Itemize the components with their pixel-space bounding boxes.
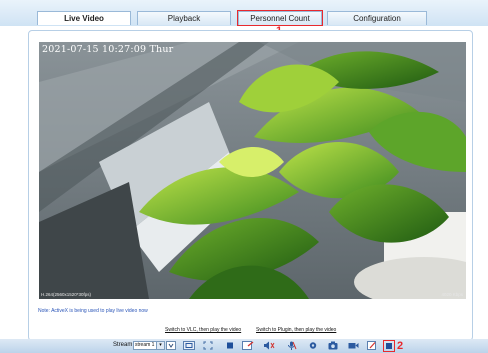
video-codec-info: H.264(2560x1520*30fps) <box>41 292 92 297</box>
live-video-view[interactable]: 2021-07-15 10:27:09 Thur H.264(2560x1520… <box>39 42 466 299</box>
tab-live-video[interactable]: Live Video <box>37 11 131 25</box>
switch-to-vlc-link[interactable]: Switch to VLC, then play the video <box>165 327 241 333</box>
stream-select-value: stream 1 <box>135 342 155 348</box>
audio-icon[interactable] <box>263 341 275 350</box>
personnel-count-highlight-box <box>237 10 323 26</box>
full-screen-icon[interactable] <box>203 341 213 350</box>
window-stop-icon[interactable] <box>385 342 393 350</box>
tab-configuration[interactable]: Configuration <box>327 11 427 25</box>
microphone-icon[interactable] <box>287 341 297 350</box>
stream-label: Stream <box>113 342 133 348</box>
stream-dropdown-icon[interactable] <box>166 341 176 350</box>
video-timestamp: 2021-07-15 10:27:09 Thur <box>42 44 174 55</box>
fit-window-icon[interactable] <box>183 341 195 350</box>
stream-select[interactable]: stream 1 ▾ <box>133 341 165 350</box>
video-frame-image <box>39 42 466 299</box>
camera-icon[interactable] <box>328 341 338 350</box>
video-bitrate-info: 4020 Kbps <box>441 292 463 297</box>
settings-icon[interactable] <box>308 341 318 350</box>
snapshot-icon[interactable] <box>242 341 254 350</box>
record-icon[interactable] <box>348 341 359 350</box>
edit-icon[interactable] <box>367 341 377 350</box>
callout-marker-2: 2 <box>397 340 404 352</box>
tab-playback[interactable]: Playback <box>137 11 231 25</box>
activex-note: Note: ActiveX is being used to play live… <box>38 308 148 314</box>
chevron-down-icon: ▾ <box>156 342 164 349</box>
switch-to-plugin-link[interactable]: Switch to Plugin, then play the video <box>256 327 336 333</box>
stop-icon[interactable] <box>226 341 234 350</box>
